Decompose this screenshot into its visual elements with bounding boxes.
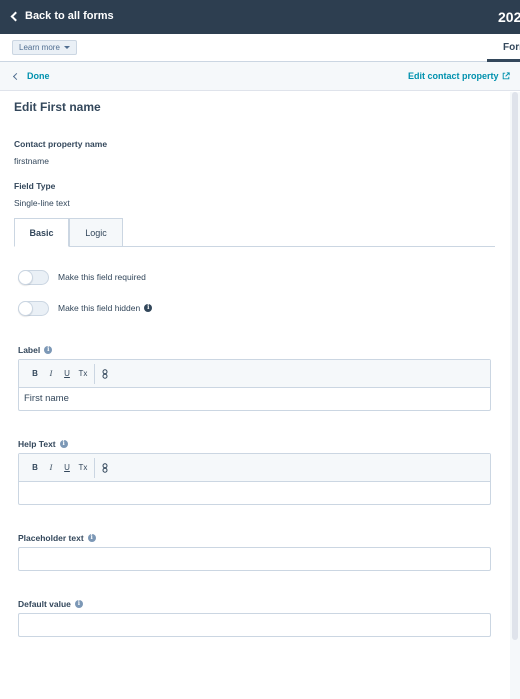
hidden-label-text: Make this field hidden [58, 303, 141, 313]
default-value-label: Default value i [18, 599, 83, 609]
scrollbar[interactable] [510, 92, 520, 699]
label-input[interactable]: First name [19, 388, 490, 410]
tab-logic[interactable]: Logic [69, 218, 123, 247]
done-button[interactable]: Done [12, 71, 50, 81]
help-text-editor-toolbar: B I U Tx [19, 454, 490, 482]
edit-field-panel: Done Edit contact property Edit First na… [0, 62, 520, 699]
toggle-knob [18, 301, 33, 316]
back-label: Back to all forms [25, 10, 114, 22]
toggle-knob [18, 270, 33, 285]
toolbar-divider [94, 457, 95, 478]
link-icon[interactable] [100, 368, 110, 379]
external-link-icon [502, 72, 510, 80]
learn-more-label: Learn more [19, 43, 60, 52]
italic-button[interactable]: I [43, 369, 59, 378]
placeholder-text-label-text: Placeholder text [18, 533, 84, 543]
placeholder-text-label: Placeholder text i [18, 533, 96, 543]
link-icon[interactable] [100, 462, 110, 473]
edit-contact-property-link[interactable]: Edit contact property [408, 71, 510, 81]
default-value-input[interactable] [18, 613, 491, 637]
chevron-left-icon [12, 72, 21, 80]
placeholder-text-input[interactable] [18, 547, 491, 571]
default-value-label-text: Default value [18, 599, 71, 609]
underline-button[interactable]: U [59, 369, 75, 378]
sub-bar: Learn more Form [0, 34, 520, 62]
field-type-value: Single-line text [14, 198, 70, 208]
done-label: Done [27, 71, 50, 81]
toolbar-divider [94, 363, 95, 384]
field-tabs: Basic Logic [14, 218, 495, 247]
top-bar: Back to all forms 2025 [0, 0, 520, 34]
tab-form[interactable]: Form [503, 42, 520, 53]
clear-format-button[interactable]: Tx [75, 369, 91, 378]
contact-property-name-label: Contact property name [14, 139, 108, 149]
edit-contact-property-label: Edit contact property [408, 71, 499, 81]
hidden-toggle-label: Make this field hidden i [58, 303, 153, 313]
help-text-label: Help Text i [18, 439, 68, 449]
caret-down-icon [63, 46, 70, 49]
required-toggle[interactable] [18, 270, 49, 285]
required-label-text: Make this field required [58, 272, 146, 282]
clear-format-button[interactable]: Tx [75, 463, 91, 472]
bold-button[interactable]: B [27, 369, 43, 378]
help-text-label-text: Help Text [18, 439, 56, 449]
label-editor-toolbar: B I U Tx [19, 360, 490, 388]
label-field-label: Label i [18, 345, 53, 355]
panel-header: Done Edit contact property [0, 62, 520, 91]
help-text-editor: B I U Tx [18, 453, 491, 505]
underline-button[interactable]: U [59, 463, 75, 472]
back-to-forms-link[interactable]: Back to all forms [10, 10, 114, 22]
info-icon[interactable]: i [144, 304, 153, 312]
scrollbar-thumb[interactable] [512, 92, 518, 640]
label-editor: B I U Tx First name [18, 359, 491, 411]
form-title-year: 2025 [498, 9, 520, 25]
bold-button[interactable]: B [27, 463, 43, 472]
hidden-toggle[interactable] [18, 301, 49, 316]
required-toggle-label: Make this field required [58, 272, 146, 282]
field-type-label: Field Type [14, 181, 56, 191]
chevron-left-icon [10, 11, 21, 21]
tab-basic[interactable]: Basic [14, 218, 69, 247]
italic-button[interactable]: I [43, 463, 59, 472]
learn-more-dropdown[interactable]: Learn more [12, 40, 77, 55]
info-icon[interactable]: i [44, 346, 53, 354]
panel-title: Edit First name [14, 100, 101, 114]
info-icon[interactable]: i [74, 600, 83, 608]
info-icon[interactable]: i [59, 440, 68, 448]
label-field-text: Label [18, 345, 41, 355]
help-text-input[interactable] [19, 482, 490, 504]
info-icon[interactable]: i [87, 534, 96, 542]
contact-property-name-value: firstname [14, 156, 49, 166]
